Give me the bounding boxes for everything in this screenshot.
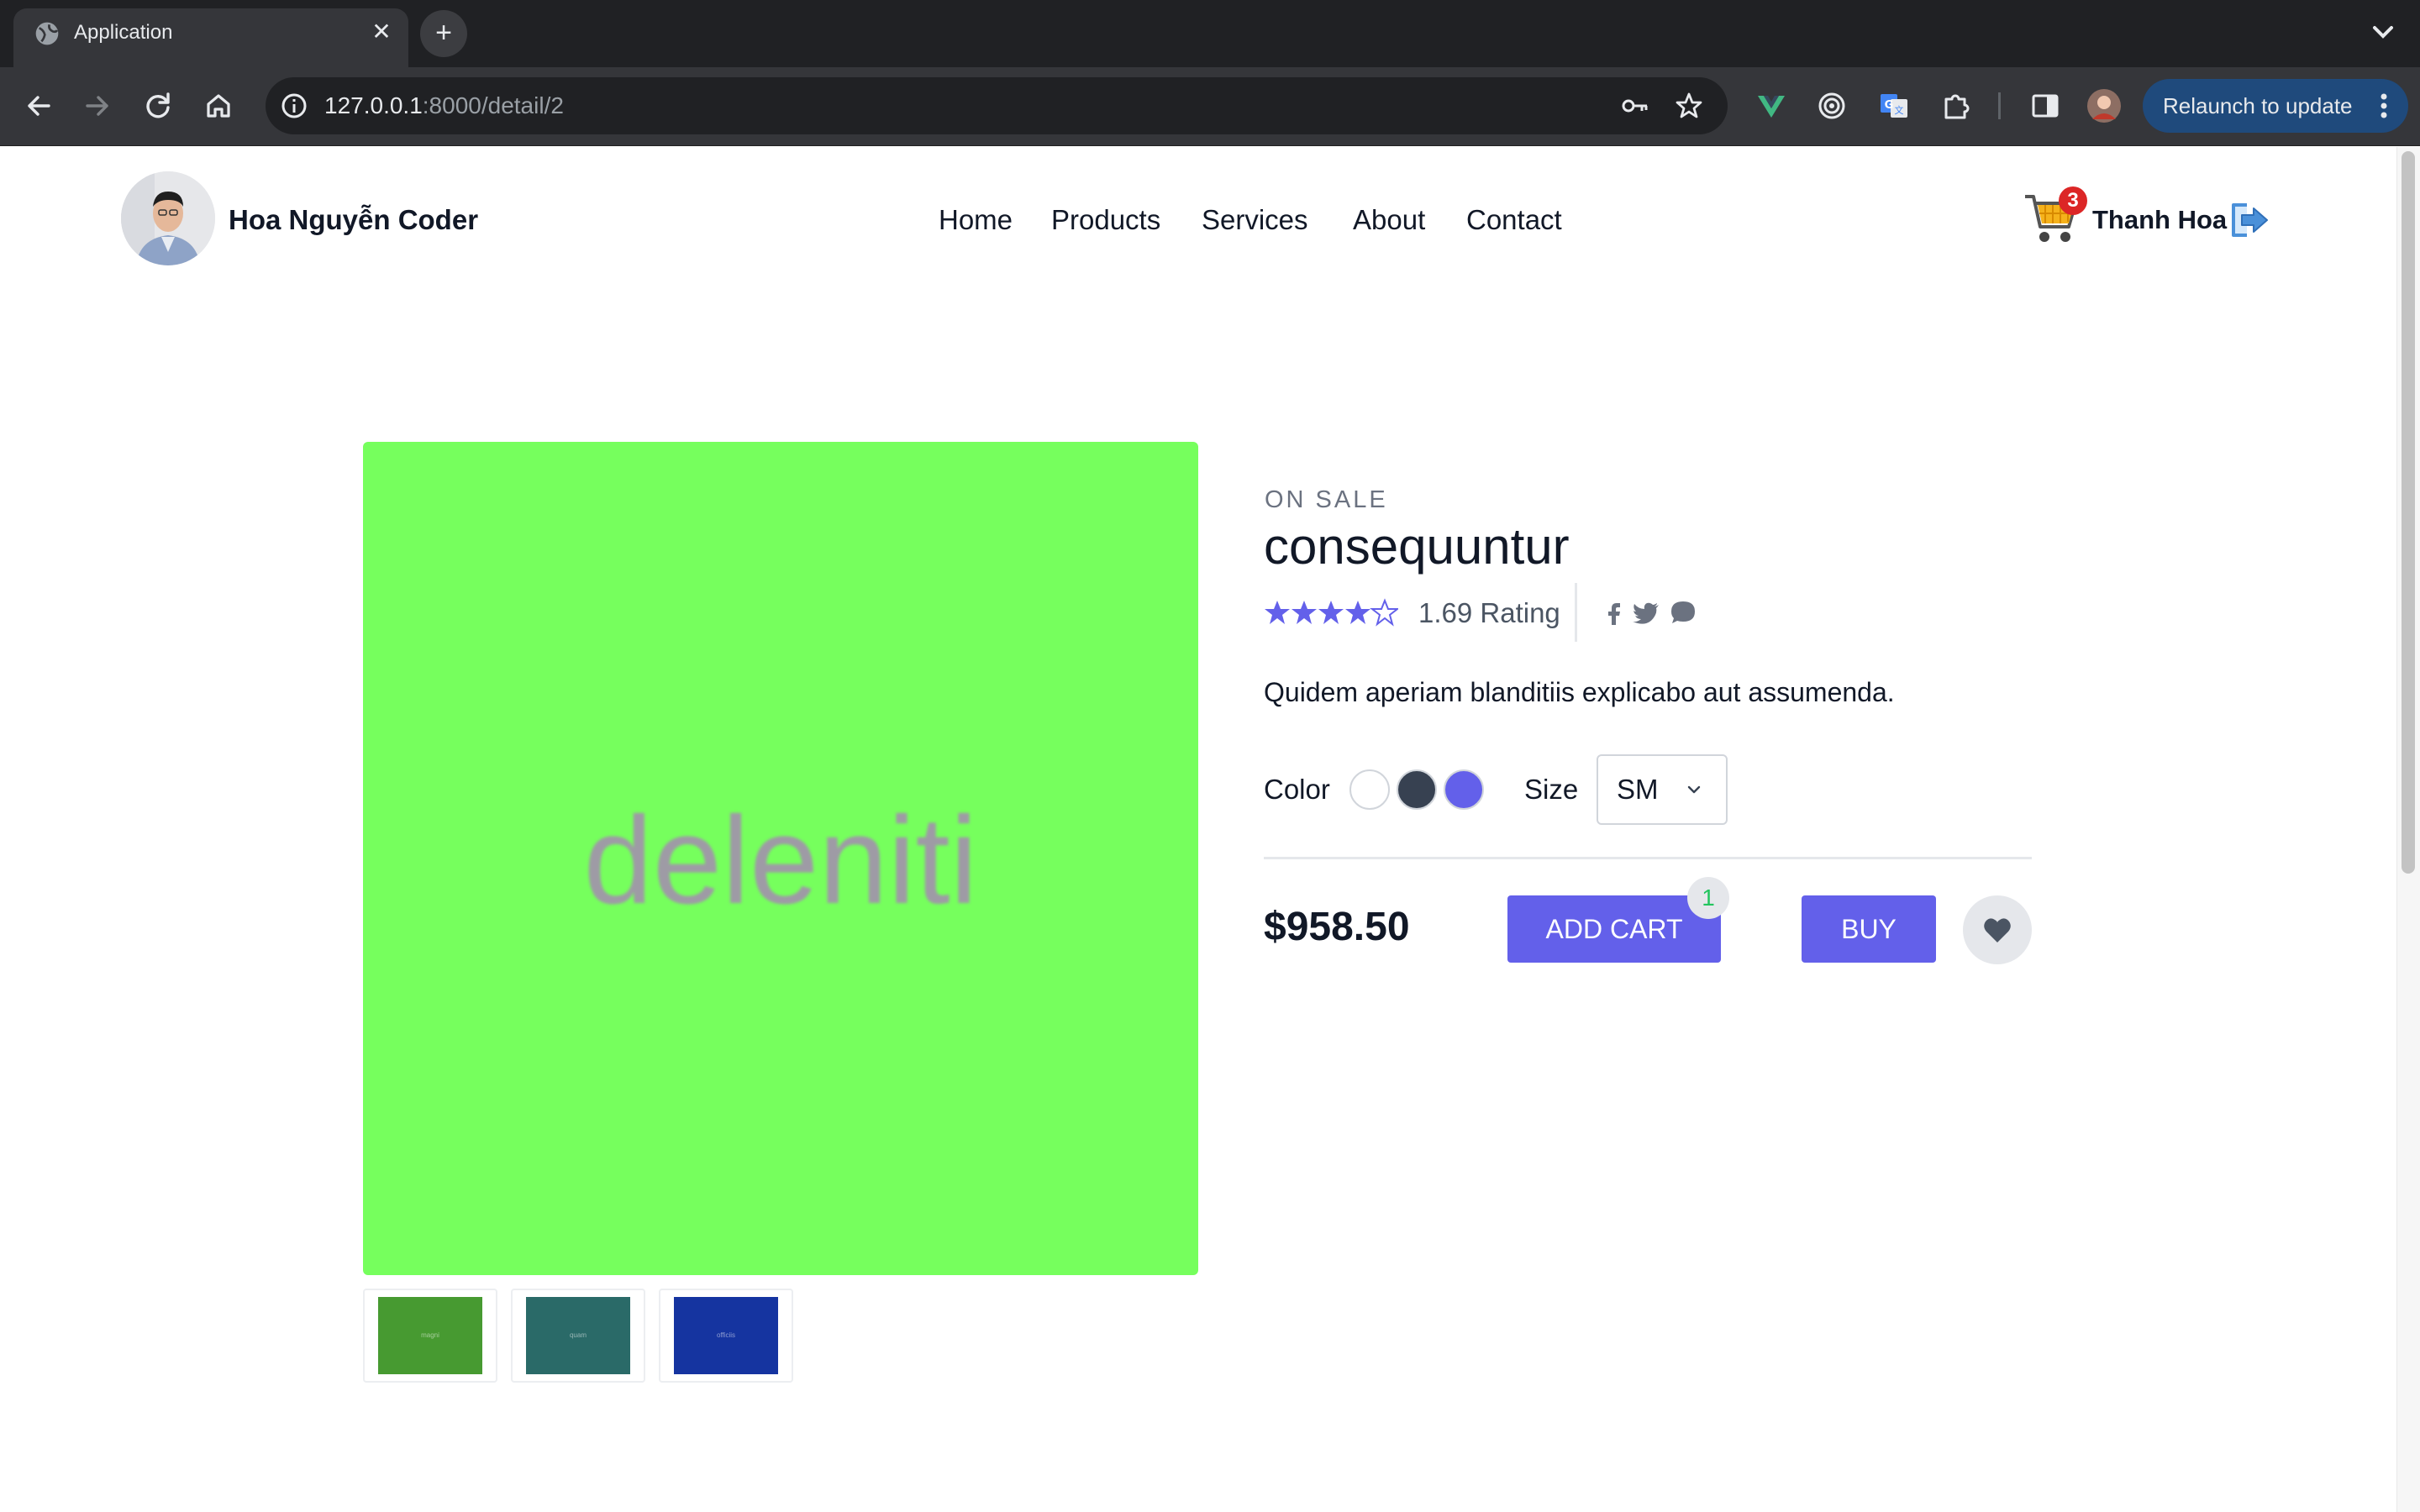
chat-bubble-icon[interactable] bbox=[1669, 598, 1697, 627]
avatar-photo-icon bbox=[121, 171, 215, 265]
extensions-puzzle-icon[interactable] bbox=[1938, 87, 1975, 124]
target-extension-icon[interactable] bbox=[1813, 87, 1850, 124]
color-swatch-indigo[interactable] bbox=[1444, 769, 1484, 810]
size-selected-value: SM bbox=[1617, 774, 1659, 805]
user-name[interactable]: Thanh Hoa bbox=[2092, 203, 2227, 237]
product-description: Quidem aperiam blanditiis explicabo aut … bbox=[1264, 677, 1895, 707]
vue-devtools-icon[interactable] bbox=[1753, 87, 1790, 124]
forward-arrow-icon[interactable] bbox=[74, 82, 121, 129]
product-thumbnail-2[interactable]: quam bbox=[511, 1289, 645, 1383]
globe-icon bbox=[35, 22, 59, 45]
nav-home[interactable]: Home bbox=[939, 203, 1013, 237]
brand-avatar[interactable] bbox=[121, 171, 215, 265]
product-price: $958.50 bbox=[1264, 905, 1410, 949]
nav-about[interactable]: About bbox=[1353, 203, 1425, 237]
thumbnail-image: magni bbox=[378, 1297, 482, 1374]
product-thumbnail-1[interactable]: magni bbox=[363, 1289, 497, 1383]
url-host: 127.0.0.1 bbox=[324, 92, 423, 118]
bookmark-star-icon[interactable] bbox=[1672, 89, 1706, 123]
svg-text:G: G bbox=[1885, 99, 1894, 112]
page-viewport bbox=[0, 147, 2396, 1512]
chevron-down-icon bbox=[1687, 785, 1701, 794]
url-path: :8000/detail/2 bbox=[422, 92, 564, 118]
color-swatch-white[interactable] bbox=[1349, 769, 1390, 810]
new-tab-button[interactable]: + bbox=[420, 10, 467, 57]
nav-contact[interactable]: Contact bbox=[1466, 203, 1562, 237]
brand-name[interactable]: Hoa Nguyễn Coder bbox=[229, 203, 478, 237]
url-text[interactable]: 127.0.0.1:8000/detail/2 bbox=[324, 91, 564, 121]
rating-stars-icon bbox=[1265, 600, 1398, 625]
heart-icon bbox=[1984, 918, 2011, 942]
color-swatch-gray[interactable] bbox=[1397, 769, 1437, 810]
sale-badge: ON SALE bbox=[1265, 486, 1388, 513]
tab-search-chevron-icon[interactable] bbox=[2366, 15, 2400, 49]
nav-services[interactable]: Services bbox=[1202, 203, 1308, 237]
rating-text: 1.69 Rating bbox=[1418, 597, 1560, 628]
scrollbar-thumb[interactable] bbox=[2402, 151, 2415, 874]
toolbar-separator bbox=[1998, 92, 2001, 119]
product-title: consequuntur bbox=[1264, 518, 1570, 575]
google-translate-icon[interactable]: G 文 bbox=[1876, 87, 1912, 124]
relaunch-button[interactable]: Relaunch to update bbox=[2143, 79, 2408, 133]
product-main-image-text: deleniti bbox=[583, 791, 978, 930]
buy-button[interactable]: BUY bbox=[1802, 895, 1936, 963]
reload-icon[interactable] bbox=[134, 82, 182, 129]
twitter-icon[interactable] bbox=[1632, 598, 1660, 627]
color-label: Color bbox=[1264, 774, 1330, 805]
nav-products[interactable]: Products bbox=[1051, 203, 1160, 237]
logout-icon[interactable] bbox=[2228, 200, 2272, 240]
facebook-icon[interactable] bbox=[1600, 598, 1628, 627]
thumbnail-image: officiis bbox=[674, 1297, 778, 1374]
back-arrow-icon[interactable] bbox=[15, 82, 62, 129]
tab-title: Application bbox=[74, 21, 173, 44]
password-key-icon[interactable] bbox=[1618, 89, 1652, 123]
cart-count-badge: 3 bbox=[2059, 186, 2087, 215]
site-info-icon[interactable] bbox=[277, 89, 311, 123]
product-thumbnail-3[interactable]: officiis bbox=[659, 1289, 793, 1383]
side-panel-icon[interactable] bbox=[2027, 87, 2064, 124]
home-icon[interactable] bbox=[195, 82, 242, 129]
tab-close-icon[interactable]: ✕ bbox=[366, 17, 397, 47]
browser-tab[interactable] bbox=[13, 8, 408, 67]
profile-avatar-icon[interactable] bbox=[2086, 87, 2123, 124]
svg-text:文: 文 bbox=[1895, 104, 1904, 116]
more-menu-icon[interactable] bbox=[2371, 87, 2396, 124]
cart-quantity-badge: 1 bbox=[1687, 877, 1729, 919]
size-label: Size bbox=[1524, 774, 1579, 805]
rating-divider bbox=[1575, 583, 1577, 642]
section-divider bbox=[1264, 857, 2032, 859]
thumbnail-image: quam bbox=[526, 1297, 630, 1374]
